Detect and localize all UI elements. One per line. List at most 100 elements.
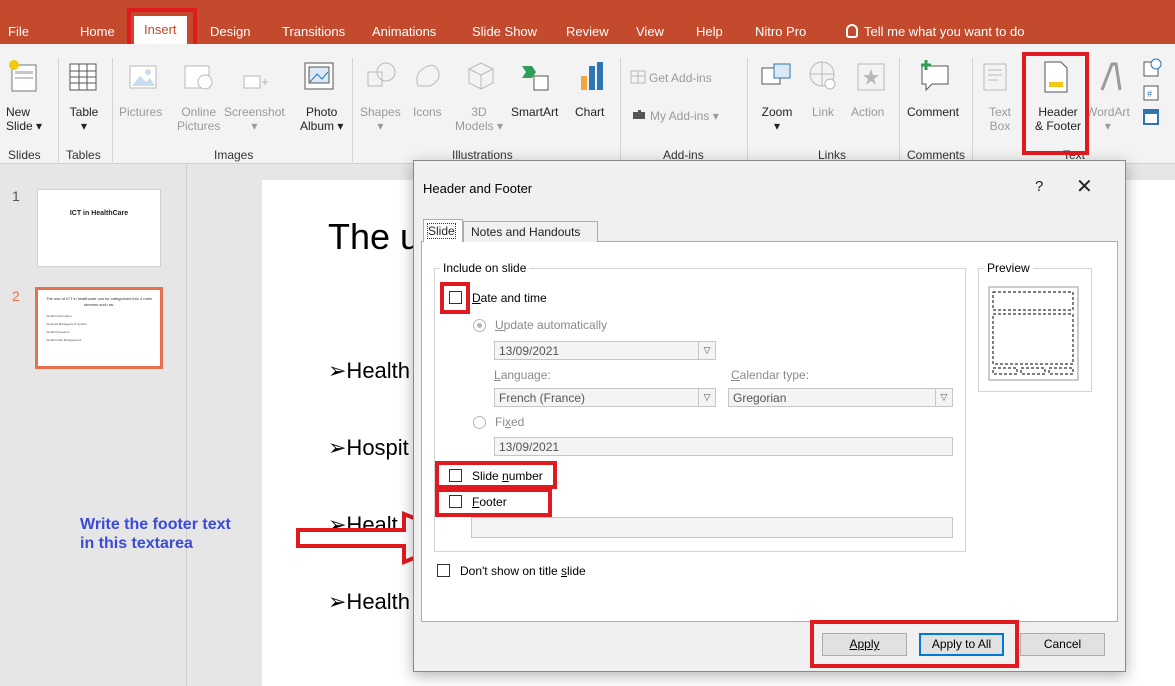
close-icon[interactable]: ✕ xyxy=(1076,174,1093,199)
new-slide-label-2: Slide ▾ xyxy=(6,119,43,133)
annotation-line-1: Write the footer text xyxy=(80,516,231,533)
language-select[interactable]: French (France) ▽ xyxy=(494,388,716,407)
ribbon-separator xyxy=(747,58,748,162)
slide-number-icon[interactable]: # xyxy=(1142,84,1162,102)
text-box-button[interactable]: Text Box xyxy=(986,105,1014,133)
date-time-icon[interactable] xyxy=(1142,58,1162,78)
screenshot-icon xyxy=(243,75,268,89)
help-icon[interactable]: ? xyxy=(1035,178,1043,195)
thumbnail-title: ICT in HealthCare xyxy=(69,210,129,217)
language-value: French (France) xyxy=(499,391,586,405)
dont-show-title-slide-checkbox[interactable] xyxy=(437,564,450,577)
cancel-button[interactable]: Cancel xyxy=(1020,633,1105,656)
shapes-label: Shapes xyxy=(360,105,401,119)
pictures-icon xyxy=(129,65,157,89)
dont-show-title-slide-label: Don't show on title slide xyxy=(460,564,586,578)
tab-view[interactable]: View xyxy=(636,22,664,42)
link-button[interactable]: Link xyxy=(812,105,834,119)
slide-number-1: 1 xyxy=(12,188,20,204)
preview-image xyxy=(988,286,1079,381)
icons-button[interactable]: Icons xyxy=(413,105,442,119)
tab-slide[interactable]: Slide xyxy=(423,219,463,242)
text-box-label-2: Box xyxy=(989,119,1011,133)
action-icon xyxy=(857,63,885,91)
fixed-label: Fixed xyxy=(495,415,525,429)
calendar-type-label: Calendar type: xyxy=(731,368,810,382)
tab-slide-label: Slide xyxy=(427,223,456,239)
online-pictures-icon xyxy=(184,65,213,90)
photo-album-label-2: Album ▾ xyxy=(300,119,344,133)
tab-transitions[interactable]: Transitions xyxy=(282,22,345,42)
comment-button[interactable]: Comment xyxy=(907,105,959,119)
slide-title[interactable]: The u xyxy=(328,216,420,258)
action-button[interactable]: Action xyxy=(851,105,884,119)
online-pictures-label: Online xyxy=(181,105,217,119)
calendar-type-select[interactable]: Gregorian ▽ xyxy=(728,388,953,407)
slide-thumbnail-2[interactable]: The use of ICT in healthcare can be cate… xyxy=(35,287,163,369)
shapes-button[interactable]: Shapes ▾ xyxy=(360,105,401,133)
tab-review[interactable]: Review xyxy=(566,22,609,42)
table-label: Table xyxy=(69,105,99,119)
wordart-button[interactable]: WordArt ▾ xyxy=(1086,105,1130,133)
thumbnail-line: •Health Information xyxy=(46,314,72,318)
chart-button[interactable]: Chart xyxy=(575,105,604,119)
table-dropdown-arrow: ▾ xyxy=(80,119,88,133)
tab-nitro-pro[interactable]: Nitro Pro xyxy=(755,22,806,42)
thumbnail-title: The use of ICT in healthcare can be cate… xyxy=(46,296,152,307)
my-addins-button[interactable]: My Add-ins ▾ xyxy=(650,109,719,123)
tab-animations[interactable]: Animations xyxy=(372,22,436,42)
3d-models-button[interactable]: 3D Models ▾ xyxy=(455,105,503,133)
wordart-dropdown-arrow: ▾ xyxy=(1104,119,1111,133)
group-images: Images xyxy=(214,148,254,162)
group-tables: Tables xyxy=(66,148,101,162)
table-button[interactable]: Table ▾ xyxy=(68,105,100,133)
shapes-dropdown-arrow: ▾ xyxy=(377,119,384,133)
tab-home[interactable]: Home xyxy=(80,22,115,42)
zoom-button[interactable]: Zoom ▾ xyxy=(760,105,794,133)
slide-number-2: 2 xyxy=(12,288,20,304)
tell-me-label: Tell me what you want to do xyxy=(864,24,1025,39)
annotation-line-2: in this textarea xyxy=(80,535,193,552)
date-format-select[interactable]: 13/09/2021 ▽ xyxy=(494,341,716,360)
update-automatically-label: Update automatically xyxy=(495,318,608,332)
fixed-radio[interactable] xyxy=(473,416,486,429)
new-slide-icon xyxy=(9,60,37,92)
chevron-down-icon: ▽ xyxy=(698,342,715,359)
annotation-text: Write the footer text in this textarea xyxy=(80,515,231,553)
ribbon-separator xyxy=(972,58,973,162)
tab-slide-show[interactable]: Slide Show xyxy=(472,22,537,42)
dialog-title: Header and Footer xyxy=(423,181,533,196)
chevron-down-icon: ▽ xyxy=(698,389,715,406)
footer-text-input[interactable] xyxy=(471,517,953,538)
svg-text:#: # xyxy=(1147,89,1152,99)
slide-bullet[interactable]: ➢Health xyxy=(328,589,410,615)
pictures-button[interactable]: Pictures xyxy=(119,105,162,119)
text-box-icon xyxy=(983,63,1007,91)
new-slide-button[interactable]: New Slide ▾ xyxy=(6,105,42,133)
comment-icon xyxy=(921,60,949,92)
screenshot-button[interactable]: Screenshot ▾ xyxy=(224,105,285,133)
tab-file[interactable]: File xyxy=(8,22,29,42)
update-automatically-radio[interactable] xyxy=(473,319,486,332)
object-icon[interactable] xyxy=(1142,108,1162,126)
calendar-type-value: Gregorian xyxy=(733,391,787,405)
slide-bullet[interactable]: ➢Health xyxy=(328,358,410,384)
lightbulb-icon xyxy=(846,24,858,38)
fixed-date-input[interactable]: 13/09/2021 xyxy=(494,437,953,456)
get-addins-button[interactable]: Get Add-ins xyxy=(649,71,712,85)
slide-thumbnail-1[interactable]: ICT in HealthCare xyxy=(37,189,161,267)
smartart-button[interactable]: SmartArt xyxy=(511,105,558,119)
preview-legend: Preview xyxy=(984,261,1033,275)
tell-me-search[interactable]: Tell me what you want to do xyxy=(846,22,1024,42)
photo-album-button[interactable]: Photo Album ▾ xyxy=(300,105,343,133)
tab-notes-and-handouts[interactable]: Notes and Handouts xyxy=(463,221,598,242)
online-pictures-button[interactable]: Online Pictures xyxy=(177,105,220,133)
slide-bullet[interactable]: ➢Hospit xyxy=(328,435,409,461)
ribbon-separator xyxy=(352,58,353,162)
tab-help[interactable]: Help xyxy=(696,22,723,42)
tab-design[interactable]: Design xyxy=(210,22,250,42)
smartart-icon xyxy=(522,66,549,91)
store-icon xyxy=(630,70,646,84)
date-time-label: Date and time xyxy=(472,291,547,305)
ribbon-separator xyxy=(620,58,621,162)
